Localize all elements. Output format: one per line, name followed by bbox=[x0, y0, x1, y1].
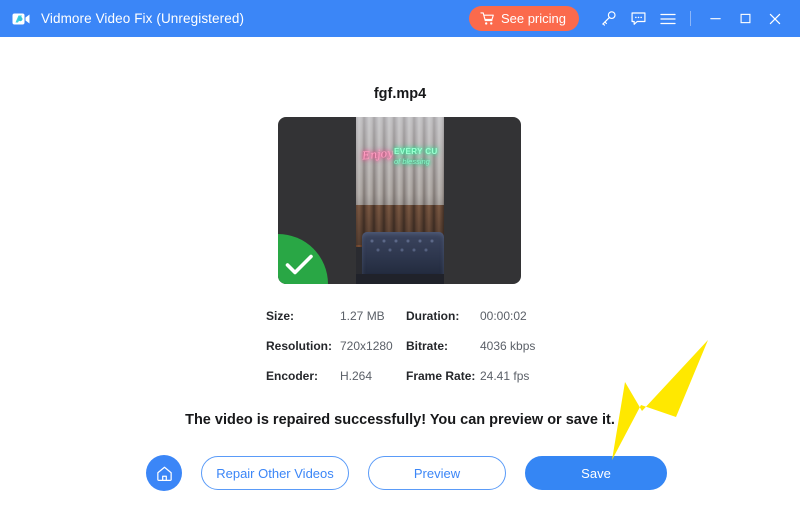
floor bbox=[356, 274, 444, 284]
footer-actions: Repair Other Videos Preview Save bbox=[146, 455, 667, 491]
title-bar: Vidmore Video Fix (Unregistered) See pri… bbox=[0, 0, 800, 37]
see-pricing-label: See pricing bbox=[501, 11, 566, 26]
minimize-icon bbox=[708, 11, 723, 26]
titlebar-divider bbox=[690, 11, 691, 26]
maximize-icon bbox=[738, 11, 753, 26]
home-button[interactable] bbox=[146, 455, 182, 491]
meta-label-duration: Duration: bbox=[406, 309, 480, 323]
main-menu-button[interactable] bbox=[653, 0, 683, 37]
video-frame: Enjoy EVERY CU of blessing bbox=[356, 117, 444, 284]
app-title: Vidmore Video Fix (Unregistered) bbox=[41, 11, 244, 26]
hamburger-menu-icon bbox=[659, 10, 677, 28]
wall-shading bbox=[356, 117, 444, 245]
shopping-cart-icon bbox=[480, 11, 495, 26]
video-filename: fgf.mp4 bbox=[0, 86, 800, 102]
save-button[interactable]: Save bbox=[525, 456, 667, 490]
register-key-button[interactable] bbox=[593, 0, 623, 37]
meta-value-resolution: 720x1280 bbox=[340, 339, 406, 353]
success-message: The video is repaired successfully! You … bbox=[0, 412, 800, 428]
video-camera-icon bbox=[11, 9, 31, 29]
meta-value-frame-rate: 24.41 fps bbox=[480, 369, 566, 383]
sofa bbox=[362, 232, 444, 276]
video-metadata: Size: 1.27 MB Duration: 00:00:02 Resolut… bbox=[266, 309, 566, 383]
see-pricing-button[interactable]: See pricing bbox=[469, 6, 579, 31]
maximize-button[interactable] bbox=[730, 0, 760, 37]
chat-bubble-icon bbox=[630, 10, 647, 27]
title-bar-controls: See pricing bbox=[469, 0, 800, 37]
meta-value-duration: 00:00:02 bbox=[480, 309, 566, 323]
meta-label-bitrate: Bitrate: bbox=[406, 339, 480, 353]
close-button[interactable] bbox=[760, 0, 790, 37]
success-check-badge bbox=[278, 234, 328, 284]
neon-line-1: EVERY CU bbox=[394, 147, 438, 156]
meta-value-size: 1.27 MB bbox=[340, 309, 406, 323]
meta-label-size: Size: bbox=[266, 309, 340, 323]
video-thumbnail[interactable]: Enjoy EVERY CU of blessing bbox=[278, 117, 521, 284]
meta-value-bitrate: 4036 kbps bbox=[480, 339, 566, 353]
preview-button[interactable]: Preview bbox=[368, 456, 506, 490]
neon-line-2: of blessing bbox=[394, 157, 430, 166]
repair-other-videos-button[interactable]: Repair Other Videos bbox=[201, 456, 349, 490]
meta-label-encoder: Encoder: bbox=[266, 369, 340, 383]
meta-label-resolution: Resolution: bbox=[266, 339, 340, 353]
check-mark-icon bbox=[285, 254, 315, 278]
key-icon bbox=[600, 10, 617, 27]
minimize-button[interactable] bbox=[700, 0, 730, 37]
close-icon bbox=[767, 11, 783, 27]
meta-label-frame-rate: Frame Rate: bbox=[406, 369, 480, 383]
meta-value-encoder: H.264 bbox=[340, 369, 406, 383]
feedback-button[interactable] bbox=[623, 0, 653, 37]
home-icon bbox=[155, 464, 174, 483]
main-content: fgf.mp4 Enjoy EVERY CU of blessing Size:… bbox=[0, 37, 800, 515]
